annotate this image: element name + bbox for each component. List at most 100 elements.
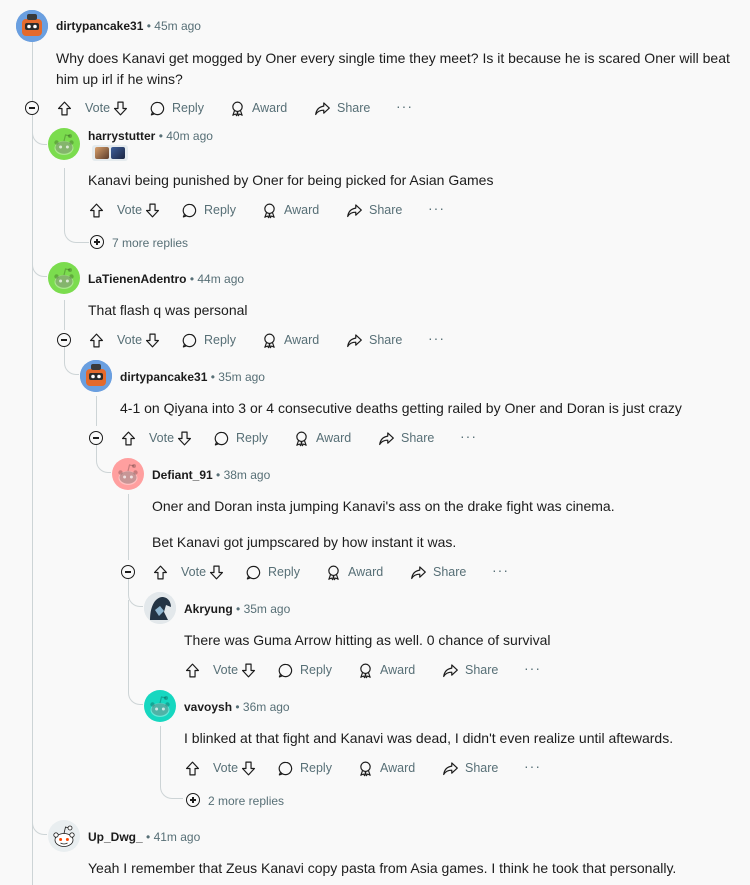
upvote-button[interactable]: Vote bbox=[152, 562, 212, 582]
username[interactable]: Akryung bbox=[184, 602, 233, 616]
comment-author[interactable]: LaTienenAdentro • 44m ago bbox=[88, 272, 244, 286]
avatar[interactable] bbox=[16, 10, 48, 42]
collapse-button[interactable] bbox=[89, 431, 103, 445]
comment-body: I blinked at that fight and Kanavi was d… bbox=[184, 728, 734, 749]
reply-button[interactable]: Reply bbox=[245, 562, 300, 582]
downvote-button[interactable] bbox=[112, 98, 135, 118]
username[interactable]: dirtypancake31 bbox=[56, 19, 143, 33]
thread-line-c4[interactable] bbox=[96, 396, 98, 426]
downvote-button[interactable] bbox=[176, 428, 199, 448]
upvote-button[interactable]: Vote bbox=[120, 428, 180, 448]
comment-author[interactable]: Up_Dwg_ • 41m ago bbox=[88, 830, 200, 844]
share-icon bbox=[346, 332, 363, 349]
expand-replies-icon[interactable] bbox=[90, 235, 104, 249]
share-icon bbox=[442, 662, 459, 679]
thread-line-c3[interactable] bbox=[64, 300, 66, 330]
reply-button[interactable]: Reply bbox=[181, 200, 236, 220]
upvote-button[interactable]: Vote bbox=[56, 98, 116, 118]
share-button[interactable]: Share bbox=[346, 200, 402, 220]
thread-elbow-c5 bbox=[96, 444, 111, 473]
collapse-button[interactable] bbox=[121, 565, 135, 579]
username[interactable]: vavoysh bbox=[184, 700, 232, 714]
collapse-button[interactable] bbox=[25, 101, 39, 115]
downvote-button[interactable] bbox=[208, 562, 231, 582]
award-icon bbox=[293, 430, 310, 447]
more-options-button[interactable]: ··· bbox=[428, 200, 445, 216]
comment-author[interactable]: Defiant_91 • 38m ago bbox=[152, 468, 270, 482]
username[interactable]: dirtypancake31 bbox=[120, 370, 207, 384]
award-button[interactable]: Award bbox=[261, 330, 319, 350]
share-label: Share bbox=[465, 663, 499, 677]
comment-text-line: Bet Kanavi got jumpscared by how instant… bbox=[152, 534, 457, 550]
share-label: Share bbox=[369, 333, 403, 347]
comment-author[interactable]: dirtypancake31 • 45m ago bbox=[56, 19, 201, 33]
more-options-button[interactable]: ··· bbox=[524, 758, 541, 774]
downvote-button[interactable] bbox=[144, 200, 167, 220]
comment-author[interactable]: dirtypancake31 • 35m ago bbox=[120, 370, 265, 384]
share-button[interactable]: Share bbox=[346, 330, 402, 350]
username[interactable]: Up_Dwg_ bbox=[88, 830, 143, 844]
downvote-button[interactable] bbox=[240, 758, 263, 778]
thread-line-c5[interactable] bbox=[128, 494, 130, 560]
custom-avatar-dark-icon bbox=[144, 592, 176, 624]
upvote-button[interactable]: Vote bbox=[184, 660, 244, 680]
reply-button[interactable]: Reply bbox=[213, 428, 268, 448]
thread-line-c2[interactable] bbox=[64, 168, 66, 222]
expand-replies-icon[interactable] bbox=[186, 793, 200, 807]
more-replies-link[interactable]: 7 more replies bbox=[112, 236, 188, 250]
award-label: Award bbox=[316, 431, 352, 445]
share-button[interactable]: Share bbox=[442, 660, 498, 680]
more-options-button[interactable]: ··· bbox=[460, 428, 477, 444]
reply-button[interactable]: Reply bbox=[181, 330, 236, 350]
share-button[interactable]: Share bbox=[314, 98, 370, 118]
upvote-button[interactable]: Vote bbox=[88, 330, 148, 350]
avatar[interactable] bbox=[48, 128, 80, 160]
comment-author[interactable]: vavoysh • 36m ago bbox=[184, 700, 290, 714]
award-label: Award bbox=[252, 101, 288, 115]
thread-line-c7[interactable] bbox=[160, 726, 162, 778]
reply-button[interactable]: Reply bbox=[149, 98, 204, 118]
thread-line-root[interactable] bbox=[32, 42, 34, 885]
share-icon bbox=[442, 760, 459, 777]
award-label: Award bbox=[348, 565, 384, 579]
avatar[interactable] bbox=[80, 360, 112, 392]
upvote-button[interactable]: Vote bbox=[88, 200, 148, 220]
downvote-button[interactable] bbox=[240, 660, 263, 680]
vote-label: Vote bbox=[117, 333, 143, 347]
downvote-button[interactable] bbox=[144, 330, 167, 350]
avatar[interactable] bbox=[144, 592, 176, 624]
username[interactable]: Defiant_91 bbox=[152, 468, 213, 482]
reply-icon bbox=[245, 564, 262, 581]
avatar[interactable] bbox=[48, 820, 80, 852]
share-button[interactable]: Share bbox=[378, 428, 434, 448]
award-button[interactable]: Award bbox=[261, 200, 319, 220]
username[interactable]: harrystutter bbox=[88, 129, 155, 143]
share-button[interactable]: Share bbox=[410, 562, 466, 582]
collapse-button[interactable] bbox=[57, 333, 71, 347]
avatar[interactable] bbox=[112, 458, 144, 490]
more-replies-link[interactable]: 2 more replies bbox=[208, 794, 284, 808]
username[interactable]: LaTienenAdentro bbox=[88, 272, 186, 286]
reply-button[interactable]: Reply bbox=[277, 660, 332, 680]
comment-author[interactable]: harrystutter • 40m ago bbox=[88, 129, 213, 143]
award-button[interactable]: Award bbox=[325, 562, 383, 582]
avatar[interactable] bbox=[48, 262, 80, 294]
award-button[interactable]: Award bbox=[293, 428, 351, 448]
comment-text-line: Yeah I remember that Zeus Kanavi copy pa… bbox=[88, 860, 677, 876]
upvote-button[interactable]: Vote bbox=[184, 758, 244, 778]
award-button[interactable]: Award bbox=[357, 660, 415, 680]
share-button[interactable]: Share bbox=[442, 758, 498, 778]
avatar[interactable] bbox=[144, 690, 176, 722]
more-options-button[interactable]: ··· bbox=[492, 562, 509, 578]
thread-elbow-more-c7 bbox=[160, 778, 183, 799]
award-button[interactable]: Award bbox=[229, 98, 287, 118]
comment-author[interactable]: Akryung • 35m ago bbox=[184, 602, 290, 616]
reply-button[interactable]: Reply bbox=[277, 758, 332, 778]
share-label: Share bbox=[369, 203, 403, 217]
award-button[interactable]: Award bbox=[357, 758, 415, 778]
award-icon bbox=[357, 760, 374, 777]
thread-elbow-c7 bbox=[128, 600, 143, 705]
more-options-button[interactable]: ··· bbox=[396, 98, 413, 114]
more-options-button[interactable]: ··· bbox=[524, 660, 541, 676]
more-options-button[interactable]: ··· bbox=[428, 330, 445, 346]
